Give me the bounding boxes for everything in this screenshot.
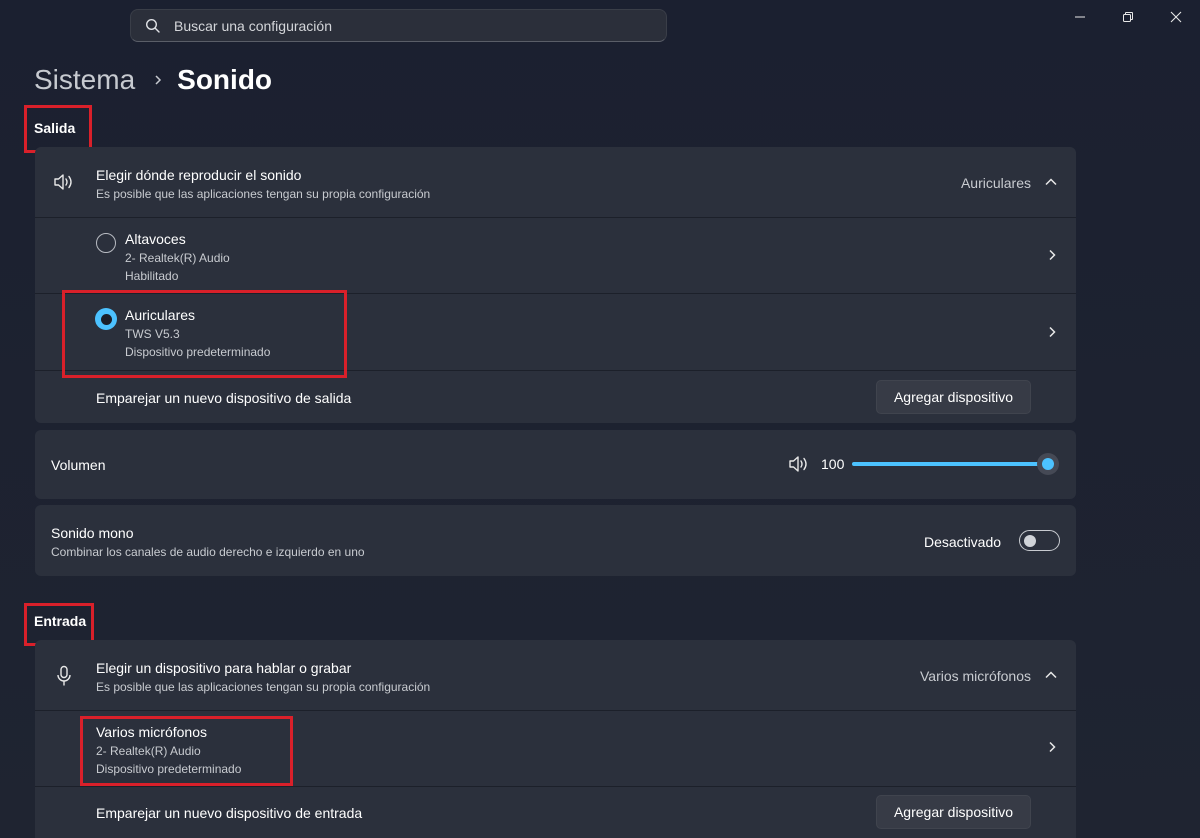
volume-value: 100 — [821, 456, 845, 472]
input-selected-value: Varios micrófonos — [919, 668, 1031, 684]
speaker-icon[interactable] — [787, 454, 811, 474]
input-chooser-subtitle: Es posible que las aplicaciones tengan s… — [96, 680, 431, 694]
input-chooser-header[interactable]: Elegir un dispositivo para hablar o grab… — [35, 640, 1076, 710]
output-device-row[interactable]: Altavoces 2- Realtek(R) Audio Habilitado — [35, 218, 1076, 293]
device-detail: 2- Realtek(R) Audio — [125, 251, 230, 265]
output-chooser-title: Elegir dónde reproducir el sonido — [96, 167, 302, 183]
add-input-device-button[interactable]: Agregar dispositivo — [876, 795, 1031, 829]
add-output-device-button[interactable]: Agregar dispositivo — [876, 380, 1031, 414]
pair-input-row: Emparejar un nuevo dispositivo de entrad… — [35, 787, 1076, 838]
breadcrumb: Sistema Sonido — [34, 60, 272, 100]
search-input[interactable]: Buscar una configuración — [174, 18, 332, 34]
window-controls — [1056, 0, 1200, 34]
volume-slider-track[interactable] — [852, 462, 1048, 466]
close-button[interactable] — [1152, 0, 1200, 34]
restore-icon — [1123, 12, 1133, 22]
mono-title: Sonido mono — [51, 525, 134, 541]
input-chooser-title: Elegir un dispositivo para hablar o grab… — [96, 660, 352, 676]
output-device-card: Elegir dónde reproducir el sonido Es pos… — [35, 147, 1076, 423]
volume-label: Volumen — [51, 457, 106, 473]
output-selected-value: Auriculares — [960, 175, 1031, 191]
microphone-icon — [53, 664, 75, 688]
restore-button[interactable] — [1104, 0, 1152, 34]
section-label-input: Entrada — [34, 613, 87, 629]
section-label-output: Salida — [34, 120, 76, 136]
volume-card: Volumen 100 — [35, 430, 1076, 499]
minimize-icon — [1075, 16, 1085, 18]
pair-input-label: Emparejar un nuevo dispositivo de entrad… — [96, 805, 363, 821]
chevron-up-icon[interactable] — [1044, 668, 1058, 682]
output-chooser-header[interactable]: Elegir dónde reproducir el sonido Es pos… — [35, 147, 1076, 217]
device-status: Habilitado — [125, 269, 179, 283]
speaker-icon — [51, 171, 77, 193]
highlight-box — [62, 290, 347, 378]
breadcrumb-parent[interactable]: Sistema — [34, 64, 135, 96]
mono-toggle[interactable] — [1019, 530, 1060, 551]
page-title: Sonido — [177, 64, 273, 95]
pair-output-label: Emparejar un nuevo dispositivo de salida — [96, 390, 352, 406]
volume-slider-thumb[interactable] — [1037, 453, 1059, 475]
mono-state-label: Desactivado — [924, 534, 1002, 550]
chevron-up-icon[interactable] — [1044, 175, 1058, 189]
search-icon — [145, 18, 161, 34]
search-box[interactable]: Buscar una configuración — [130, 9, 667, 42]
mono-subtitle: Combinar los canales de audio derecho e … — [51, 545, 365, 559]
output-chooser-subtitle: Es posible que las aplicaciones tengan s… — [96, 187, 431, 201]
mono-audio-card: Sonido mono Combinar los canales de audi… — [35, 505, 1076, 576]
chevron-right-icon[interactable] — [1046, 740, 1058, 754]
pair-output-row: Emparejar un nuevo dispositivo de salida… — [35, 371, 1076, 423]
highlight-box — [80, 716, 293, 786]
close-icon — [1170, 11, 1182, 23]
chevron-right-icon[interactable] — [1046, 248, 1058, 262]
chevron-right-icon — [153, 74, 163, 86]
minimize-button[interactable] — [1056, 0, 1104, 34]
chevron-right-icon[interactable] — [1046, 325, 1058, 339]
device-name: Altavoces — [125, 231, 186, 247]
radio-button[interactable] — [96, 233, 116, 253]
